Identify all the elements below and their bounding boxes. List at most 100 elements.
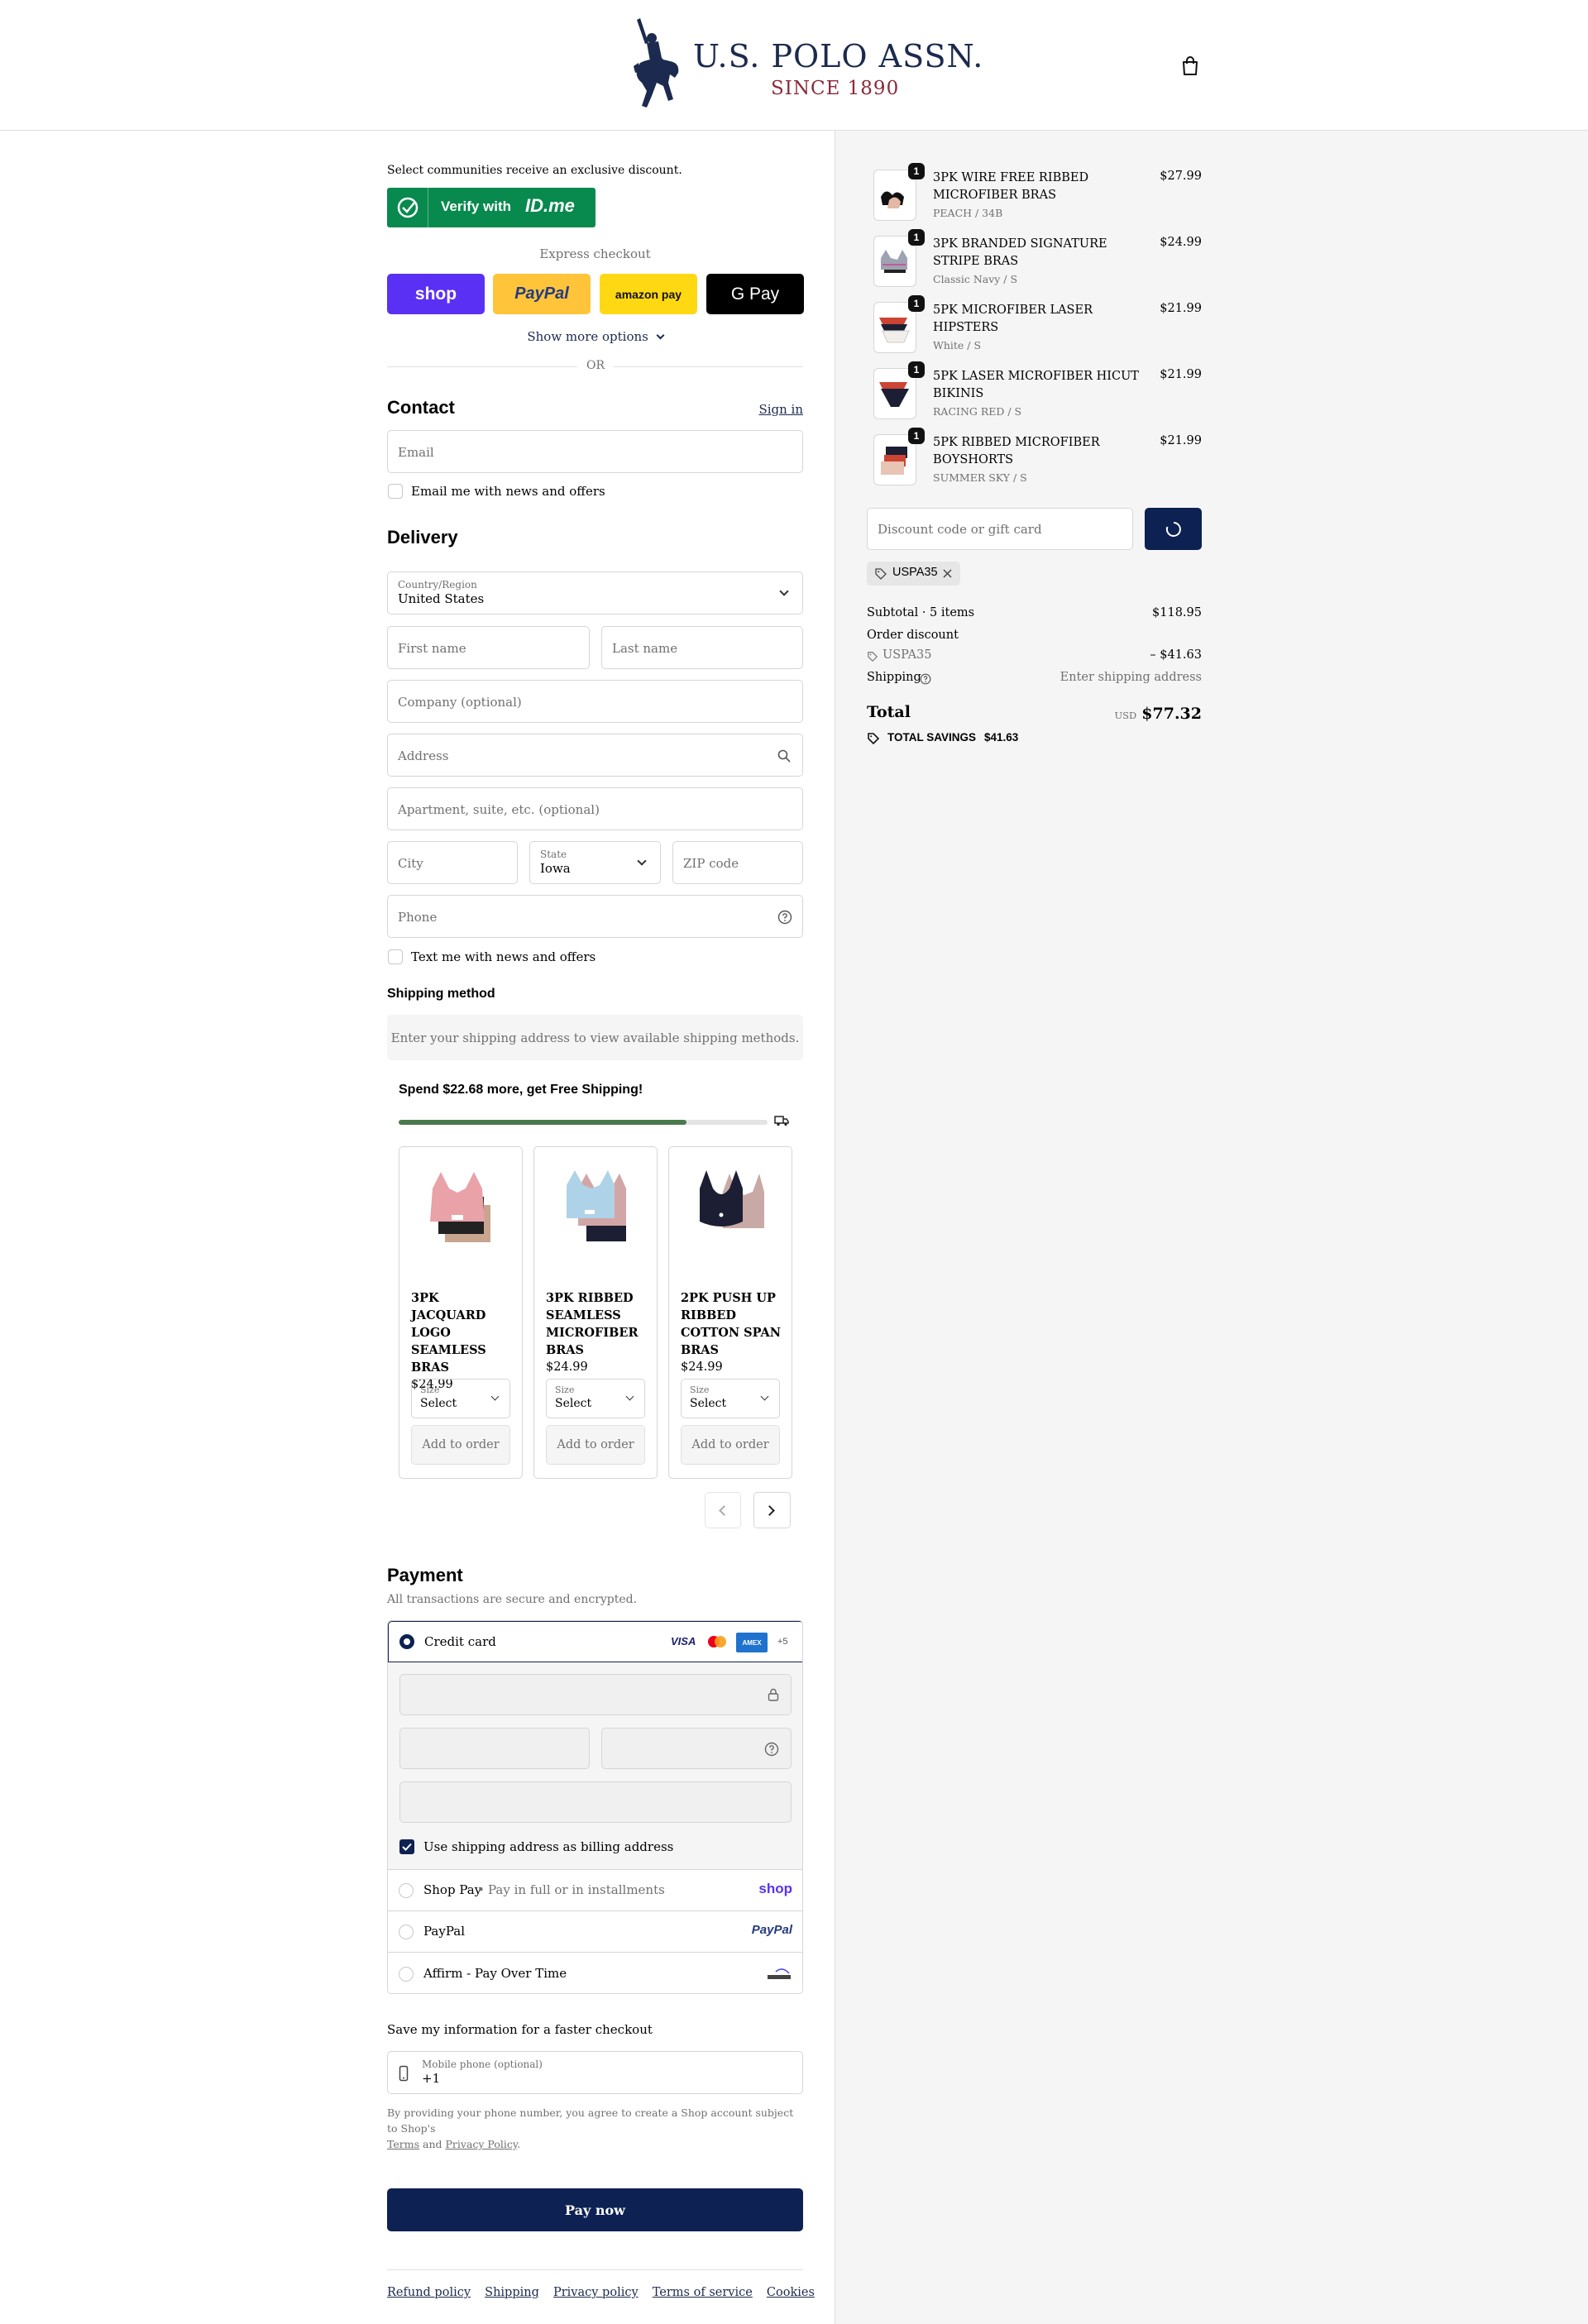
chevron-down-icon xyxy=(760,1392,769,1401)
add-to-order-button[interactable]: Add to order xyxy=(681,1425,780,1465)
state-select[interactable]: State Iowa xyxy=(529,841,661,884)
terms-link[interactable]: Terms xyxy=(387,2138,419,2150)
mastercard-icon xyxy=(708,1636,726,1647)
truck-icon xyxy=(774,1116,789,1126)
company-field[interactable]: Company (optional) xyxy=(387,680,803,723)
product-name: 3PK JACQUARD LOGO SEAMLESS BRAS xyxy=(411,1291,486,1375)
address-field[interactable]: Address xyxy=(387,734,803,777)
discount-placeholder: Discount code or gift card xyxy=(878,522,1042,537)
idme-verify-button[interactable]: Verify with ID.me xyxy=(387,188,596,227)
brand-logo[interactable]: U.S. POLO ASSN. SINCE 1890 xyxy=(629,17,983,114)
legal-period: . xyxy=(517,2138,521,2150)
google-pay-button[interactable]: G Pay xyxy=(706,274,804,314)
size-select[interactable]: Size Select xyxy=(546,1379,645,1418)
size-select[interactable]: Size Select xyxy=(411,1379,510,1418)
card-expiry-field[interactable] xyxy=(399,1728,590,1769)
carousel-next-button[interactable] xyxy=(753,1492,791,1528)
billing-same-checkbox[interactable] xyxy=(399,1839,414,1854)
country-select[interactable]: Country/Region United States xyxy=(387,571,803,614)
cart-item-qty-badge: 1 xyxy=(908,361,925,378)
apply-discount-button[interactable] xyxy=(1145,508,1202,550)
tag-icon xyxy=(868,652,878,662)
add-to-order-button[interactable]: Add to order xyxy=(411,1425,510,1465)
cart-item: 1 5PK RIBBED MICROFIBER BOYSHORTS SUMMER… xyxy=(867,428,1202,489)
zip-placeholder: ZIP code xyxy=(683,856,739,871)
pay-now-button[interactable]: Pay now xyxy=(387,2188,803,2231)
paypal-option[interactable]: PayPal PayPal xyxy=(388,1910,802,1952)
payment-title: Payment xyxy=(387,1565,463,1585)
credit-card-label: Credit card xyxy=(424,1634,496,1649)
footer-divider xyxy=(387,2269,803,2270)
refund-policy-link[interactable]: Refund policy xyxy=(387,2286,471,2299)
express-checkout-title: Express checkout xyxy=(539,246,651,261)
affirm-option[interactable]: Affirm - Pay Over Time xyxy=(388,1952,802,1993)
newsletter-checkbox[interactable] xyxy=(388,484,403,499)
cart-item-variant: SUMMER SKY / S xyxy=(933,471,1027,484)
cart-item-variant: RACING RED / S xyxy=(933,405,1022,418)
card-cvv-field[interactable] xyxy=(601,1728,792,1769)
first-name-field[interactable]: First name xyxy=(387,626,590,669)
apartment-field[interactable]: Apartment, suite, etc. (optional) xyxy=(387,787,803,830)
privacy-policy-link[interactable]: Privacy policy xyxy=(553,2286,639,2299)
mobile-phone-value: +1 xyxy=(422,2071,441,2086)
help-icon[interactable] xyxy=(920,673,931,685)
cart-item-qty-badge: 1 xyxy=(908,229,925,246)
order-discount-code: USPA35 xyxy=(882,648,932,662)
credit-card-option[interactable]: Credit card VISA AMEX +5 xyxy=(388,1621,802,1662)
cookies-link[interactable]: Cookies xyxy=(767,2286,815,2299)
shipping-policy-link[interactable]: Shipping xyxy=(485,2286,539,2299)
shipping-method-title: Shipping method xyxy=(387,987,495,1001)
help-icon[interactable] xyxy=(764,1742,779,1757)
order-discount-row: Order discount xyxy=(867,629,1202,642)
applied-code: USPA35 xyxy=(892,566,938,579)
sms-checkbox[interactable] xyxy=(388,949,403,964)
terms-of-service-link[interactable]: Terms of service xyxy=(653,2286,753,2299)
total-savings-label: TOTAL SAVINGS xyxy=(887,731,977,744)
more-cards-count: +5 xyxy=(777,1637,788,1647)
total-currency: USD xyxy=(1114,710,1137,721)
size-value: Select xyxy=(690,1397,727,1410)
cart-item: 1 5PK LASER MICROFIBER HICUT BIKINIS RAC… xyxy=(867,361,1202,423)
legal-text: By providing your phone number, you agre… xyxy=(387,2106,794,2135)
idme-button-label: Verify with xyxy=(441,198,512,214)
loading-spinner-icon xyxy=(1165,522,1181,537)
card-number-field[interactable] xyxy=(399,1674,792,1715)
city-field[interactable]: City xyxy=(387,841,518,884)
shop-pay-option[interactable]: Shop Pay • Pay in full or in installment… xyxy=(388,1869,802,1910)
product-image xyxy=(567,1170,626,1241)
shop-pay-button[interactable]: shop xyxy=(387,274,485,314)
show-more-options[interactable]: Show more options xyxy=(387,329,803,344)
remove-discount-icon[interactable] xyxy=(943,569,952,578)
affirm-radio[interactable] xyxy=(399,1967,414,1982)
credit-card-radio[interactable] xyxy=(399,1634,414,1649)
help-icon[interactable] xyxy=(777,910,792,925)
cart-item-price: $27.99 xyxy=(1160,170,1202,183)
upsell-product-card: 3PK JACQUARD LOGO SEAMLESS BRAS $24.99 S… xyxy=(399,1146,523,1479)
size-label: Size xyxy=(555,1384,575,1395)
shop-pay-radio[interactable] xyxy=(399,1883,414,1898)
size-select[interactable]: Size Select xyxy=(681,1379,780,1418)
add-to-order-button[interactable]: Add to order xyxy=(546,1425,645,1465)
mobile-phone-field[interactable]: Mobile phone (optional) +1 xyxy=(387,2051,803,2094)
privacy-link[interactable]: Privacy Policy xyxy=(446,2138,518,2150)
carousel-prev-button[interactable] xyxy=(705,1492,741,1528)
last-name-field[interactable]: Last name xyxy=(601,626,803,669)
sign-in-link[interactable]: Sign in xyxy=(758,402,803,417)
email-field[interactable]: Email xyxy=(387,430,803,473)
size-value: Select xyxy=(555,1397,592,1410)
idme-check-icon xyxy=(387,188,428,227)
zip-field[interactable]: ZIP code xyxy=(672,841,803,884)
card-name-field[interactable] xyxy=(399,1781,792,1823)
amazon-pay-label: amazon pay xyxy=(615,287,682,301)
country-label: Country/Region xyxy=(398,579,477,591)
shipping-notice-text: Enter your shipping address to view avai… xyxy=(390,1030,800,1045)
amazon-pay-button[interactable]: amazon pay xyxy=(600,274,697,314)
idme-brand: ID.me xyxy=(525,195,575,216)
save-info-title: Save my information for a faster checkou… xyxy=(387,2022,653,2037)
paypal-radio[interactable] xyxy=(399,1925,414,1939)
size-value: Select xyxy=(420,1397,457,1410)
shopping-bag-icon[interactable] xyxy=(1181,56,1199,76)
discount-code-field[interactable]: Discount code or gift card xyxy=(867,508,1133,550)
phone-field[interactable]: Phone xyxy=(387,895,803,938)
paypal-button[interactable]: PayPal xyxy=(493,274,591,314)
